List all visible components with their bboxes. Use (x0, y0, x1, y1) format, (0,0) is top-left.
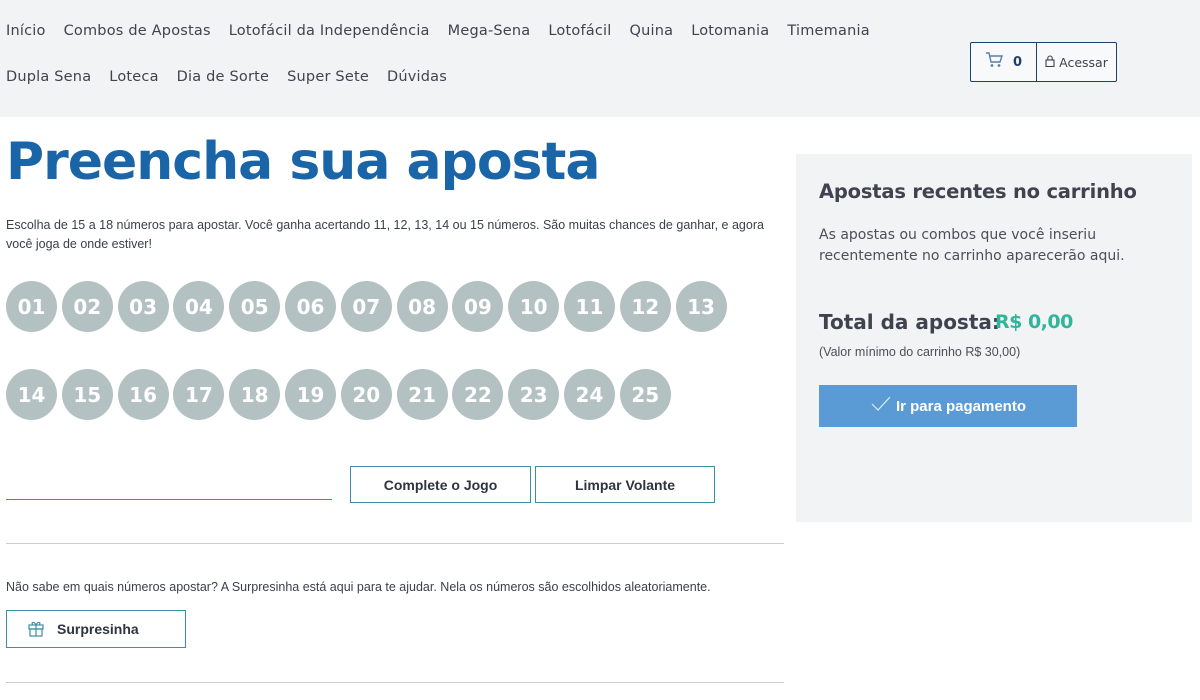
number-ball-01[interactable]: 01 (6, 281, 57, 332)
number-ball-17[interactable]: 17 (173, 369, 225, 420)
login-label: Acessar (1059, 54, 1108, 70)
divider (6, 682, 784, 683)
nav-link-quina[interactable]: Quina (629, 23, 673, 39)
number-ball-20[interactable]: 20 (340, 369, 392, 420)
number-ball-25[interactable]: 25 (619, 369, 671, 420)
total-label: Total da aposta: (819, 310, 1000, 334)
lock-icon (1045, 54, 1055, 70)
sidebar-title: Apostas recentes no carrinho (819, 180, 1137, 203)
number-ball-10[interactable]: 10 (508, 281, 560, 332)
number-ball-22[interactable]: 22 (452, 369, 504, 420)
go-to-payment-button[interactable]: Ir para pagamento (819, 385, 1077, 427)
nav-link-super-sete[interactable]: Super Sete (287, 69, 369, 85)
nav-link-inicio[interactable]: Início (6, 23, 46, 39)
site-header: Início Combos de Apostas Lotofácil da In… (0, 0, 1200, 117)
cart-button[interactable]: 0 (971, 43, 1037, 81)
complete-game-button[interactable]: Complete o Jogo (350, 466, 531, 503)
intro-text: Escolha de 15 a 18 números para apostar.… (6, 218, 764, 251)
sidebar-description: As apostas ou combos que você inseriu re… (819, 227, 1125, 264)
number-ball-06[interactable]: 06 (284, 281, 336, 332)
nav-link-lotomania[interactable]: Lotomania (691, 23, 769, 39)
divider (6, 543, 784, 544)
clear-ticket-button[interactable]: Limpar Volante (535, 466, 715, 503)
number-ball-21[interactable]: 21 (396, 369, 448, 420)
number-ball-24[interactable]: 24 (563, 369, 615, 420)
number-ball-07[interactable]: 07 (340, 281, 392, 332)
nav-link-lotofacil[interactable]: Lotofácil (548, 23, 611, 39)
cart-count: 0 (1012, 54, 1023, 70)
cart-icon (985, 52, 1003, 72)
number-ball-19[interactable]: 19 (284, 369, 336, 420)
number-ball-03[interactable]: 03 (117, 281, 169, 332)
minimum-note: (Valor mínimo do carrinho R$ 30,00) (819, 345, 1021, 359)
number-ball-09[interactable]: 09 (452, 281, 504, 332)
nav-link-duvidas[interactable]: Dúvidas (387, 69, 447, 85)
nav-link-dupla-sena[interactable]: Dupla Sena (6, 69, 91, 85)
main-nav-row-2: Dupla Sena Loteca Dia de Sorte Super Set… (6, 69, 447, 85)
nav-link-dia-de-sorte[interactable]: Dia de Sorte (177, 69, 269, 85)
main-nav-row-1: Início Combos de Apostas Lotofácil da In… (6, 23, 870, 39)
number-ball-16[interactable]: 16 (117, 369, 169, 420)
number-input[interactable] (6, 470, 332, 500)
surprise-button[interactable]: Surpresinha (6, 610, 186, 648)
number-ball-12[interactable]: 12 (619, 281, 671, 332)
check-icon (870, 395, 892, 417)
number-ball-02[interactable]: 02 (61, 281, 113, 332)
number-ball-13[interactable]: 13 (675, 281, 727, 332)
login-button[interactable]: Acessar (1037, 43, 1116, 81)
total-value: R$ 0,00 (995, 311, 1073, 333)
gift-icon (27, 619, 45, 640)
nav-link-combos[interactable]: Combos de Apostas (64, 23, 211, 39)
cart-sidebar: Apostas recentes no carrinho As apostas … (796, 154, 1192, 522)
number-grid: 01 02 03 04 05 06 07 08 09 10 11 12 13 14 15 16 17 18 19 20… (6, 281, 766, 420)
surprise-label: Surpresinha (57, 621, 139, 637)
nav-link-lotofacil-independencia[interactable]: Lotofácil da Independência (229, 23, 430, 39)
nav-link-timemania[interactable]: Timemania (787, 23, 869, 39)
number-ball-14[interactable]: 14 (6, 369, 57, 420)
number-ball-08[interactable]: 08 (396, 281, 448, 332)
nav-link-loteca[interactable]: Loteca (109, 69, 158, 85)
number-ball-11[interactable]: 11 (563, 281, 615, 332)
number-ball-18[interactable]: 18 (229, 369, 281, 420)
number-ball-04[interactable]: 04 (173, 281, 225, 332)
number-ball-15[interactable]: 15 (61, 369, 113, 420)
number-ball-23[interactable]: 23 (508, 369, 560, 420)
nav-link-mega-sena[interactable]: Mega-Sena (448, 23, 531, 39)
surprise-description: Não sabe em quais números apostar? A Sur… (6, 580, 711, 594)
page-title: Preencha sua aposta (6, 132, 600, 192)
account-box: 0 Acessar (970, 42, 1117, 82)
payment-label: Ir para pagamento (895, 397, 1027, 415)
number-ball-05[interactable]: 05 (229, 281, 281, 332)
